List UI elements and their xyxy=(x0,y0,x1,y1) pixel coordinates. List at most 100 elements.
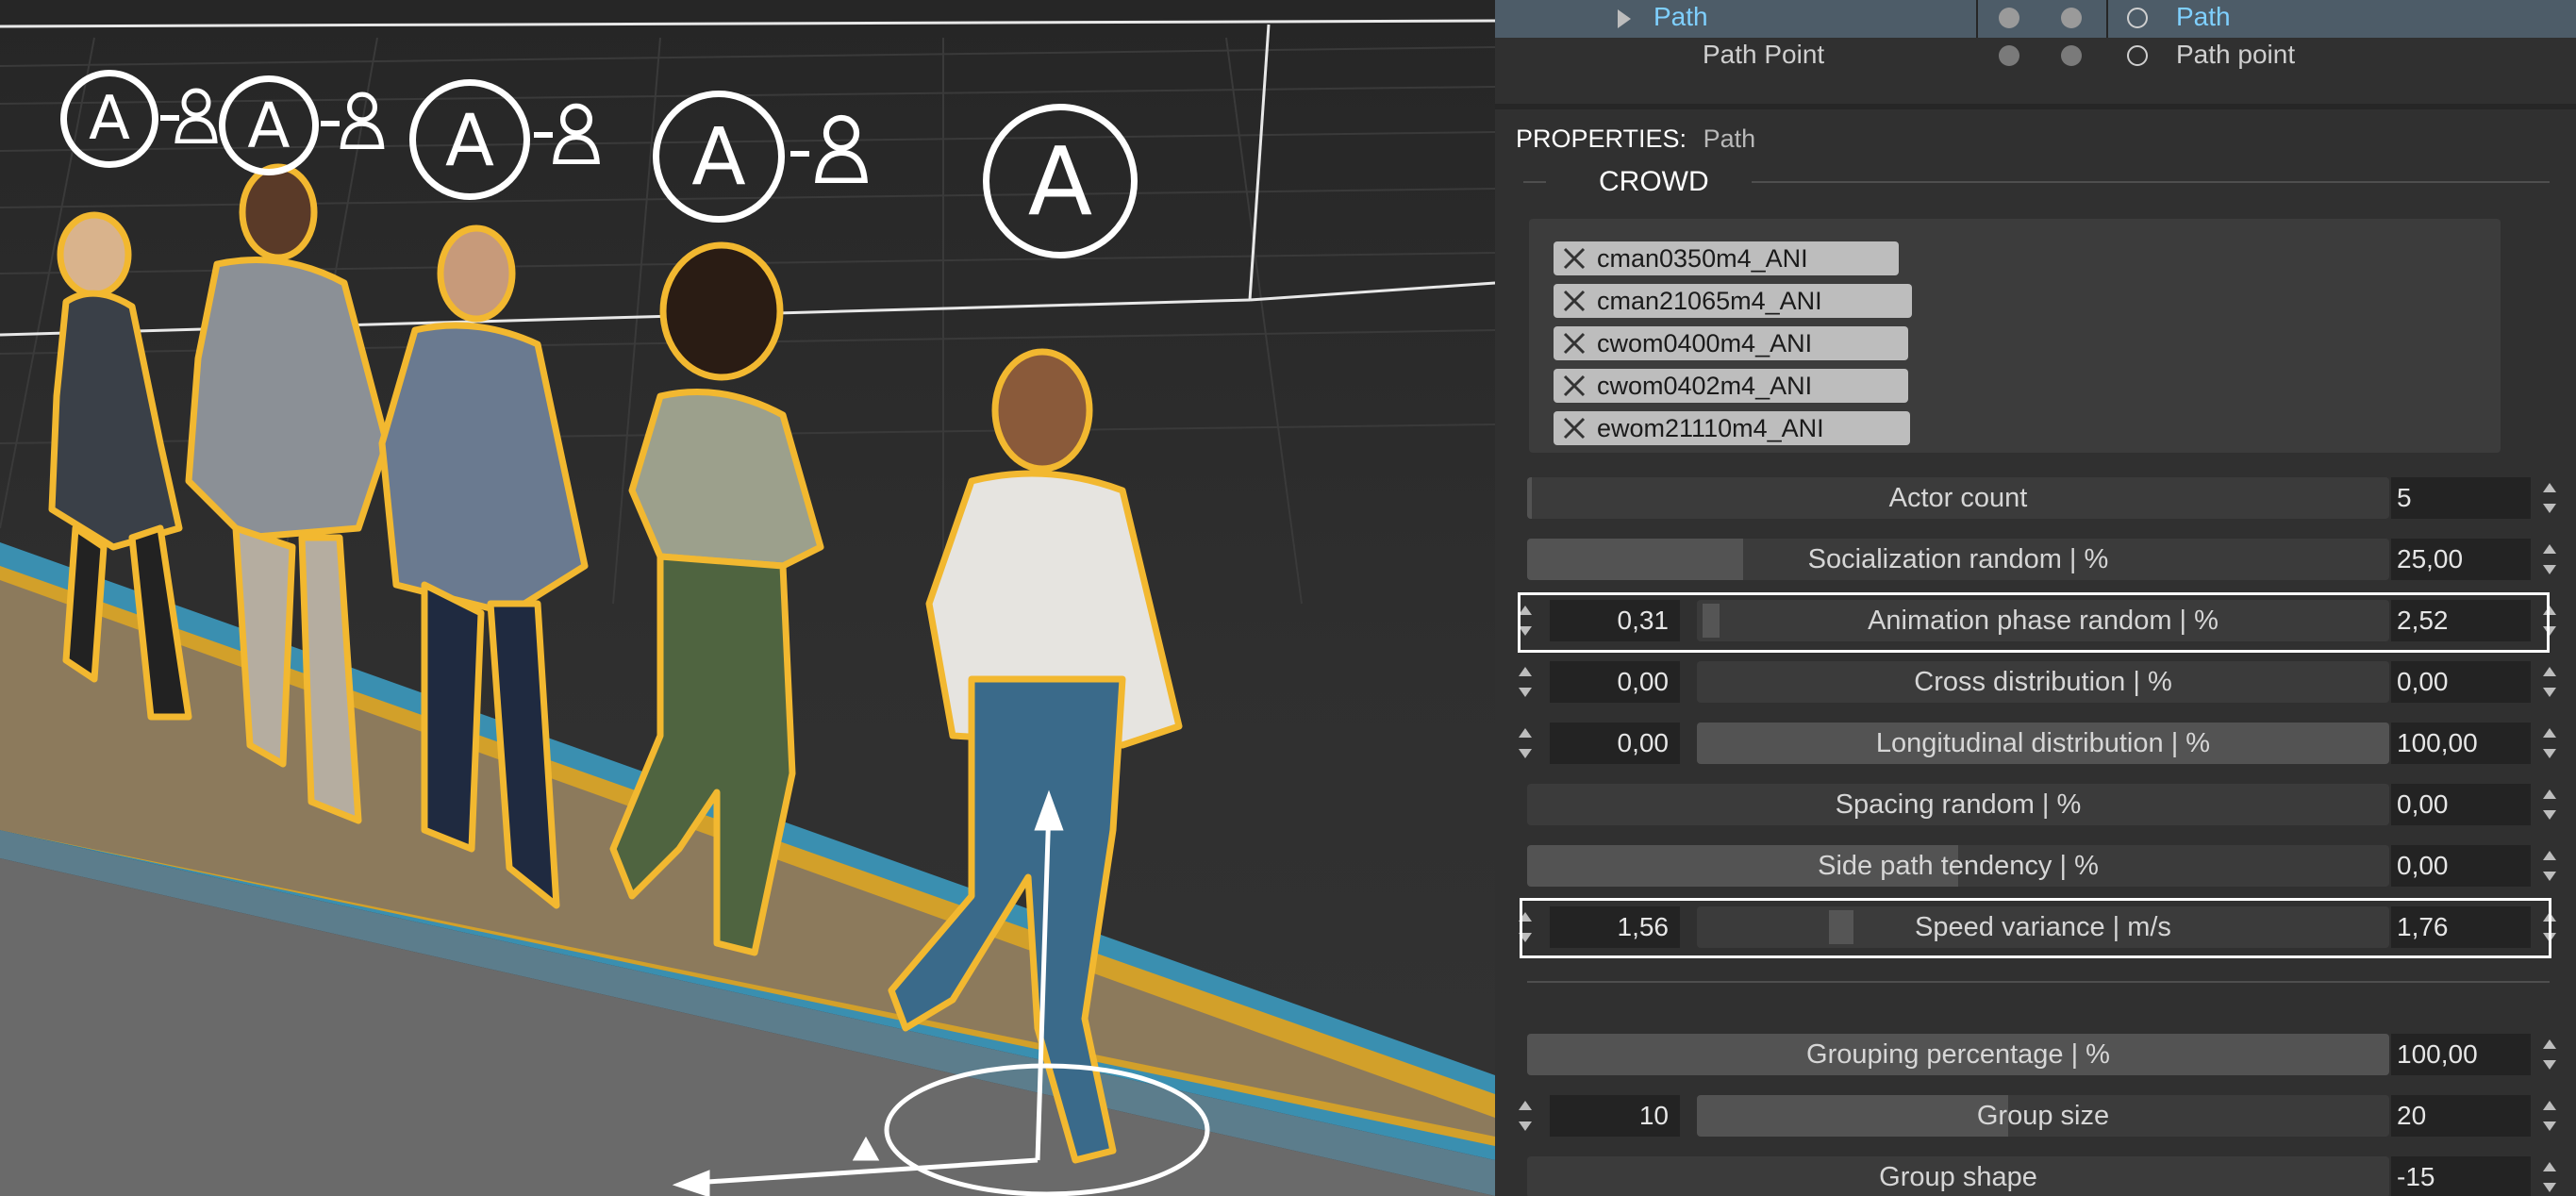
actor-tag-label: ewom21110m4_ANI xyxy=(1597,414,1824,442)
person-silhouette-icon xyxy=(553,103,600,164)
badge-connector xyxy=(321,121,340,126)
section-line xyxy=(1523,181,1546,183)
param-slider[interactable]: Actor count xyxy=(1527,477,2389,519)
spinner-icon[interactable] xyxy=(2538,661,2561,703)
actor-tag-label: cwom0400m4_ANI xyxy=(1597,329,1813,357)
param-min-value[interactable]: 0,00 xyxy=(1550,723,1680,764)
param-value[interactable]: 0,00 xyxy=(2391,845,2531,887)
properties-object-name: Path xyxy=(1703,125,1756,153)
param-label: Group size xyxy=(1976,1101,2110,1131)
param-slider[interactable]: Socialization random | % xyxy=(1527,539,2389,580)
section-line xyxy=(1752,181,2550,183)
badge-letter: A xyxy=(691,110,746,203)
param-value[interactable]: 100,00 xyxy=(2391,1034,2531,1075)
lock-dot-icon[interactable] xyxy=(2061,45,2082,66)
3d-viewport[interactable]: A A A A A xyxy=(0,0,1495,1196)
actor-badge-1[interactable]: A xyxy=(60,70,158,168)
tree-row-path-point[interactable]: Path Point Path point xyxy=(1495,38,2576,75)
tree-item-type: Path xyxy=(2176,2,2231,31)
param-label: Actor count xyxy=(1888,483,2028,513)
remove-icon[interactable] xyxy=(1561,288,1587,314)
spinner-icon[interactable] xyxy=(1514,661,1537,703)
remove-icon[interactable] xyxy=(1561,415,1587,441)
actor-tag[interactable]: cwom0400m4_ANI xyxy=(1554,326,1908,360)
param-grouping-percentage[interactable]: Grouping percentage | % 100,00 xyxy=(1495,1030,2576,1079)
param-slider[interactable]: Longitudinal distribution | % xyxy=(1697,723,2389,764)
param-value[interactable]: 100,00 xyxy=(2391,723,2531,764)
visibility-dot-icon[interactable] xyxy=(1999,45,2019,66)
actor-list[interactable]: cman0350m4_ANI cman21065m4_ANI cwom0400m… xyxy=(1529,219,2501,453)
param-cross-distribution[interactable]: 0,00 Cross distribution | % 0,00 xyxy=(1495,657,2576,706)
tree-row-path[interactable]: Path Path xyxy=(1495,0,2576,38)
highlight-frame xyxy=(1518,592,2550,653)
badge-connector xyxy=(790,151,809,157)
spinner-icon[interactable] xyxy=(2538,1156,2561,1196)
remove-icon[interactable] xyxy=(1561,330,1587,357)
lock-dot-icon[interactable] xyxy=(2061,8,2082,28)
badge-letter: A xyxy=(89,84,130,154)
spinner-icon[interactable] xyxy=(1514,1095,1537,1137)
selection-ring-icon[interactable] xyxy=(2127,8,2148,28)
selection-ring-icon[interactable] xyxy=(2127,45,2148,66)
actor-tag[interactable]: cman0350m4_ANI xyxy=(1554,241,1899,275)
spinner-icon[interactable] xyxy=(1514,723,1537,764)
actor-badge-2[interactable]: A xyxy=(219,75,319,175)
param-group-shape[interactable]: Group shape -15 xyxy=(1495,1153,2576,1196)
param-value[interactable]: 25,00 xyxy=(2391,539,2531,580)
actor-tag-label: cwom0402m4_ANI xyxy=(1597,372,1813,400)
param-value[interactable]: 0,00 xyxy=(2391,784,2531,825)
triangle-right-icon[interactable] xyxy=(1618,9,1631,28)
spinner-icon[interactable] xyxy=(2538,539,2561,580)
group-divider xyxy=(1527,981,2550,983)
badge-letter: A xyxy=(1027,125,1093,237)
column-divider xyxy=(2106,0,2108,38)
actor-tag[interactable]: cman21065m4_ANI xyxy=(1554,284,1912,318)
spinner-icon[interactable] xyxy=(2538,1034,2561,1075)
panel-splitter[interactable] xyxy=(1495,104,2576,109)
param-value[interactable]: 20 xyxy=(2391,1095,2531,1137)
actor-tag[interactable]: ewom21110m4_ANI xyxy=(1554,411,1910,445)
param-group-size[interactable]: 10 Group size 20 xyxy=(1495,1091,2576,1140)
param-socialization-random[interactable]: Socialization random | % 25,00 xyxy=(1495,535,2576,584)
visibility-dot-icon[interactable] xyxy=(1999,8,2019,28)
actor-tag[interactable]: cwom0402m4_ANI xyxy=(1554,369,1908,403)
spinner-icon[interactable] xyxy=(2538,784,2561,825)
param-slider[interactable]: Cross distribution | % xyxy=(1697,661,2389,703)
properties-label: PROPERTIES: xyxy=(1516,125,1687,153)
param-slider[interactable]: Group size xyxy=(1697,1095,2389,1137)
highlight-frame xyxy=(1520,898,2551,958)
remove-icon[interactable] xyxy=(1561,245,1587,272)
param-min-value[interactable]: 10 xyxy=(1550,1095,1680,1137)
spinner-icon[interactable] xyxy=(2538,1095,2561,1137)
param-spacing-random[interactable]: Spacing random | % 0,00 xyxy=(1495,780,2576,829)
actor-badge-4[interactable]: A xyxy=(653,91,785,223)
param-slider[interactable]: Group shape xyxy=(1527,1156,2389,1196)
person-silhouette-icon xyxy=(815,114,868,183)
param-actor-count[interactable]: Actor count 5 xyxy=(1495,473,2576,523)
param-label: Spacing random | % xyxy=(1835,789,2082,820)
param-label: Cross distribution | % xyxy=(1914,667,2172,697)
spinner-icon[interactable] xyxy=(2538,477,2561,519)
spinner-icon[interactable] xyxy=(2538,723,2561,764)
actor-badge-3[interactable]: A xyxy=(409,79,530,200)
param-label: Side path tendency | % xyxy=(1818,851,2099,881)
param-slider[interactable]: Grouping percentage | % xyxy=(1527,1034,2389,1075)
remove-icon[interactable] xyxy=(1561,373,1587,399)
param-label: Group shape xyxy=(1879,1162,2037,1192)
param-longitudinal-distribution[interactable]: 0,00 Longitudinal distribution | % 100,0… xyxy=(1495,719,2576,768)
actor-badge-5[interactable]: A xyxy=(983,104,1138,258)
properties-panel: Path Path Path Point Path point PROPERTI… xyxy=(1495,0,2576,1196)
param-value[interactable]: -15 xyxy=(2391,1156,2531,1196)
tree-item-name: Path xyxy=(1654,2,1708,31)
param-slider[interactable]: Spacing random | % xyxy=(1527,784,2389,825)
tree-item-type: Path point xyxy=(2176,40,2296,69)
param-side-path-tendency[interactable]: Side path tendency | % 0,00 xyxy=(1495,841,2576,890)
param-value[interactable]: 5 xyxy=(2391,477,2531,519)
param-value[interactable]: 0,00 xyxy=(2391,661,2531,703)
param-slider[interactable]: Side path tendency | % xyxy=(1527,845,2389,887)
badge-letter: A xyxy=(247,89,291,162)
spinner-icon[interactable] xyxy=(2538,845,2561,887)
param-label: Socialization random | % xyxy=(1807,544,2109,574)
section-title-crowd[interactable]: CROWD xyxy=(1599,166,1709,198)
param-min-value[interactable]: 0,00 xyxy=(1550,661,1680,703)
